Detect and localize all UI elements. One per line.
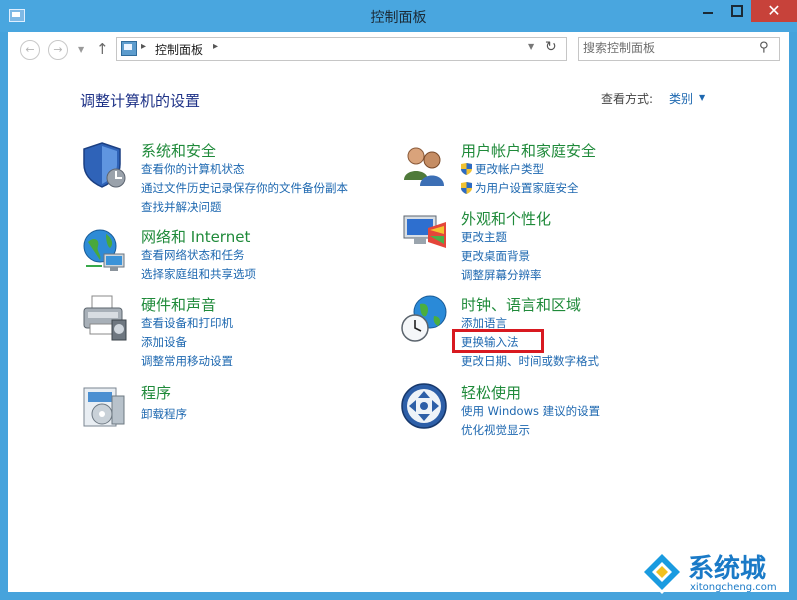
- link-screen-resolution[interactable]: 调整屏幕分辨率: [461, 267, 542, 283]
- category-title[interactable]: 时钟、语言和区域: [461, 294, 581, 315]
- link-add-device[interactable]: 添加设备: [141, 334, 187, 350]
- watermark-logo-icon: [640, 550, 684, 594]
- maximize-button[interactable]: [723, 0, 751, 22]
- link-date-time-format[interactable]: 更改日期、时间或数字格式: [461, 353, 599, 369]
- client-area: ← → ▼ ↑ ▸ 控制面板 ▸ ▼ ↻ ⚲ 调整计算机的设置 查看方式: 类别…: [8, 32, 789, 592]
- maximize-icon: [731, 5, 743, 17]
- refresh-icon[interactable]: ↻: [545, 39, 557, 55]
- highlight-box: [452, 329, 544, 353]
- shield-icon[interactable]: [80, 140, 130, 190]
- link-label[interactable]: 更改帐户类型: [475, 162, 544, 176]
- category-clock-language-region: 时钟、语言和区域 添加语言 更换输入法 更改日期、时间或数字格式: [400, 294, 720, 370]
- ease-of-access-icon[interactable]: [400, 382, 450, 432]
- page-heading: 调整计算机的设置: [80, 92, 201, 110]
- link-homegroup[interactable]: 选择家庭组和共享选项: [141, 266, 256, 282]
- category-title[interactable]: 系统和安全: [141, 140, 216, 161]
- link-mobility-settings[interactable]: 调整常用移动设置: [141, 353, 233, 369]
- forward-button[interactable]: →: [48, 40, 68, 60]
- link-family-safety[interactable]: 为用户设置家庭安全: [461, 180, 579, 196]
- breadcrumb-control-panel[interactable]: 控制面板: [155, 41, 203, 58]
- category-title[interactable]: 程序: [141, 382, 171, 403]
- address-dropdown-icon[interactable]: ▼: [528, 42, 534, 51]
- clock-globe-icon[interactable]: [400, 294, 450, 344]
- close-button[interactable]: ✕: [751, 0, 797, 22]
- search-input[interactable]: [583, 40, 753, 56]
- uac-shield-icon: [461, 163, 472, 175]
- watermark-text: 系统城: [688, 554, 767, 584]
- category-network-internet: 网络和 Internet 查看网络状态和任务 选择家庭组和共享选项: [80, 226, 380, 282]
- breadcrumb-arrow-icon[interactable]: ▸: [213, 41, 218, 52]
- link-desktop-background[interactable]: 更改桌面背景: [461, 248, 530, 264]
- window-title: 控制面板: [370, 10, 427, 26]
- minimize-button[interactable]: [693, 0, 723, 22]
- link-change-theme[interactable]: 更改主题: [461, 229, 507, 245]
- category-system-security: 系统和安全 查看你的计算机状态 通过文件历史记录保存你的文件备份副本 查找并解决…: [80, 140, 380, 216]
- watermark-url: xitongcheng.com: [690, 582, 777, 593]
- watermark: 系统城 xitongcheng.com: [636, 546, 796, 600]
- link-network-status[interactable]: 查看网络状态和任务: [141, 247, 245, 263]
- category-title[interactable]: 外观和个性化: [461, 208, 551, 229]
- title-bar[interactable]: 控制面板 ✕: [0, 0, 797, 32]
- minimize-icon: [703, 12, 713, 14]
- up-button[interactable]: ↑: [96, 40, 109, 58]
- link-file-history-backup[interactable]: 通过文件历史记录保存你的文件备份副本: [141, 180, 348, 196]
- control-panel-icon: [121, 41, 137, 56]
- link-optimize-visual-display[interactable]: 优化视觉显示: [461, 422, 530, 438]
- programs-icon[interactable]: [80, 382, 130, 432]
- control-panel-window: 控制面板 ✕ ← → ▼ ↑ ▸ 控制面板 ▸ ▼ ↻ ⚲ 调整计算机的设置 查: [0, 0, 797, 600]
- search-icon[interactable]: ⚲: [759, 40, 769, 55]
- recent-locations-dropdown[interactable]: ▼: [78, 45, 84, 54]
- breadcrumb-arrow-icon[interactable]: ▸: [141, 41, 146, 52]
- view-by-label: 查看方式:: [601, 92, 654, 106]
- category-title[interactable]: 用户帐户和家庭安全: [461, 140, 596, 161]
- link-change-account-type[interactable]: 更改帐户类型: [461, 161, 544, 177]
- navigation-bar: ← → ▼ ↑ ▸ 控制面板 ▸ ▼ ↻ ⚲: [8, 32, 789, 66]
- link-recommended-settings[interactable]: 使用 Windows 建议的设置: [461, 403, 600, 419]
- address-bar[interactable]: ▸ 控制面板 ▸ ▼ ↻: [116, 37, 567, 61]
- back-button[interactable]: ←: [20, 40, 40, 60]
- link-devices-printers[interactable]: 查看设备和打印机: [141, 315, 233, 331]
- link-uninstall-program[interactable]: 卸载程序: [141, 406, 187, 422]
- chevron-down-icon[interactable]: ▼: [699, 93, 705, 102]
- personalization-icon[interactable]: [400, 208, 450, 258]
- category-hardware-sound: 硬件和声音 查看设备和打印机 添加设备 调整常用移动设置: [80, 294, 380, 370]
- view-by-dropdown[interactable]: 类别: [669, 90, 693, 107]
- search-box[interactable]: ⚲: [578, 37, 780, 61]
- uac-shield-icon: [461, 182, 472, 194]
- users-icon[interactable]: [400, 140, 450, 190]
- category-ease-of-access: 轻松使用 使用 Windows 建议的设置 优化视觉显示: [400, 382, 720, 438]
- link-label[interactable]: 为用户设置家庭安全: [475, 181, 579, 195]
- network-globe-icon[interactable]: [80, 226, 130, 276]
- link-view-computer-status[interactable]: 查看你的计算机状态: [141, 161, 245, 177]
- link-troubleshoot[interactable]: 查找并解决问题: [141, 199, 222, 215]
- category-programs: 程序 卸载程序: [80, 382, 380, 428]
- category-title[interactable]: 网络和 Internet: [141, 226, 250, 247]
- category-appearance: 外观和个性化 更改主题 更改桌面背景 调整屏幕分辨率: [400, 208, 720, 284]
- category-title[interactable]: 硬件和声音: [141, 294, 216, 315]
- category-user-accounts: 用户帐户和家庭安全 更改帐户类型 为用户设置家庭安全: [400, 140, 720, 196]
- printer-icon[interactable]: [80, 294, 130, 344]
- category-title[interactable]: 轻松使用: [461, 382, 521, 403]
